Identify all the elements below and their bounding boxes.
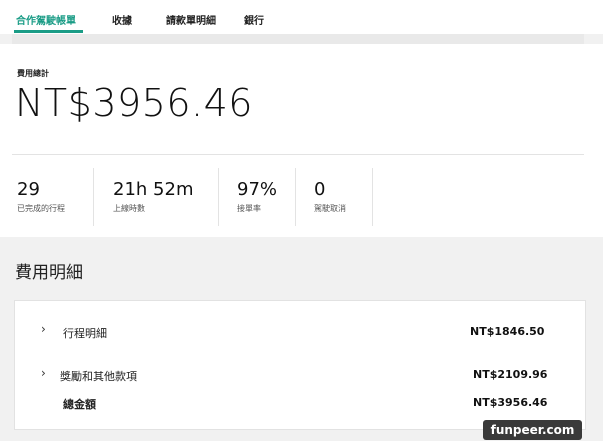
divider — [295, 168, 296, 226]
breakdown-card — [14, 300, 586, 430]
active-tab-indicator — [14, 30, 83, 33]
row-trip-details-label[interactable]: 行程明細 — [63, 325, 107, 341]
tab-receipts[interactable]: 收據 — [112, 12, 132, 27]
stat-cancel-label: 駕駛取消 — [314, 204, 346, 213]
row-trip-details-value: NT$1846.50 — [470, 325, 545, 338]
stat-acceptance-value: 97% — [237, 179, 278, 200]
row-incentives-label[interactable]: 獎勵和其他款項 — [60, 368, 137, 384]
divider — [218, 168, 219, 226]
divider — [12, 154, 584, 155]
stat-trips-value: 29 — [17, 179, 40, 200]
divider-strip — [12, 34, 584, 44]
row-total-value: NT$3956.46 — [473, 396, 548, 409]
stat-online-hours-label: 上線時數 — [113, 204, 145, 213]
watermark-logo: funpeer.com — [483, 420, 582, 440]
tab-bar: 合作駕駛帳單 收據 請款單明細 銀行 — [0, 0, 603, 34]
row-incentives-value: NT$2109.96 — [473, 368, 548, 381]
stat-trips-label: 已完成的行程 — [17, 204, 65, 213]
breakdown-title: 費用明細 — [15, 263, 83, 283]
stat-cancel-value: 0 — [314, 179, 326, 200]
divider — [93, 168, 94, 226]
tab-bank[interactable]: 銀行 — [244, 12, 264, 27]
row-total-label: 總金額 — [63, 398, 96, 411]
chevron-right-icon[interactable]: › — [41, 366, 46, 380]
tab-invoice-details[interactable]: 請款單明細 — [166, 12, 216, 27]
tab-partner-statement[interactable]: 合作駕駛帳單 — [16, 12, 76, 27]
total-earnings-amount: NT$3956.46 — [15, 81, 253, 125]
divider — [372, 168, 373, 226]
stat-online-hours-value: 21h 52m — [113, 179, 194, 200]
chevron-right-icon[interactable]: › — [41, 322, 46, 336]
stat-acceptance-label: 接單率 — [237, 204, 261, 213]
total-earnings-label: 費用總計 — [17, 69, 49, 78]
earnings-summary — [0, 44, 603, 237]
